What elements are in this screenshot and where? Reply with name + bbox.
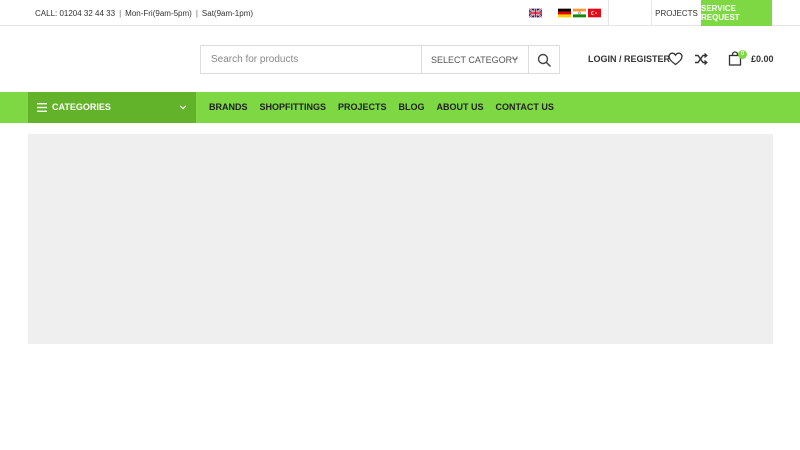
- heart-icon[interactable]: [668, 52, 683, 66]
- cart-total[interactable]: £0.00: [751, 52, 774, 66]
- nav-item-about-us[interactable]: ABOUT US: [437, 92, 484, 123]
- flag-uk-icon[interactable]: [529, 8, 542, 18]
- categories-button[interactable]: CATEGORIES: [28, 92, 196, 123]
- login-register-link[interactable]: LOGIN / REGISTER: [588, 52, 670, 66]
- contact-info: CALL: 01204 32 44 33 | Mon-Fri(9am-5pm) …: [35, 0, 253, 26]
- main-navbar: CATEGORIES BRANDS SHOPFITTINGS PROJECTS …: [0, 92, 800, 123]
- shuffle-icon[interactable]: [694, 52, 708, 66]
- chevron-down-icon: [512, 57, 518, 61]
- divider: [608, 0, 609, 26]
- cart-count-badge: 0: [738, 50, 747, 59]
- flag-india-icon[interactable]: [573, 8, 586, 18]
- search-form: SELECT CATEGORY: [200, 45, 560, 74]
- saturday-hours: Sat(9am-1pm): [201, 8, 254, 18]
- weekday-hours: Mon-Fri(9am-5pm): [125, 8, 192, 18]
- separator: |: [195, 8, 198, 18]
- nav-item-projects[interactable]: PROJECTS: [338, 92, 387, 123]
- topbar-projects-link[interactable]: PROJECTS: [652, 0, 701, 26]
- topbar: CALL: 01204 32 44 33 | Mon-Fri(9am-5pm) …: [0, 0, 800, 26]
- chevron-down-icon: [179, 105, 187, 110]
- flag-germany-icon[interactable]: [558, 8, 571, 18]
- hamburger-icon: [37, 103, 47, 112]
- flag-turkey-icon[interactable]: [588, 8, 601, 18]
- service-request-button[interactable]: SERVICE REQUEST: [701, 0, 772, 26]
- phone-text: CALL: 01204 32 44 33: [35, 8, 116, 18]
- category-select-label: SELECT CATEGORY: [431, 54, 519, 65]
- search-button[interactable]: [528, 46, 559, 73]
- search-input[interactable]: [201, 46, 421, 73]
- category-select[interactable]: SELECT CATEGORY: [421, 46, 528, 73]
- categories-label: CATEGORIES: [52, 102, 111, 112]
- hero-banner-placeholder: [28, 134, 773, 344]
- nav-menu: BRANDS SHOPFITTINGS PROJECTS BLOG ABOUT …: [209, 92, 566, 123]
- separator: |: [119, 8, 122, 18]
- search-icon: [537, 53, 551, 67]
- nav-item-contact-us[interactable]: CONTACT US: [496, 92, 554, 123]
- nav-item-shopfittings[interactable]: SHOPFITTINGS: [260, 92, 327, 123]
- nav-item-blog[interactable]: BLOG: [399, 92, 425, 123]
- nav-item-brands[interactable]: BRANDS: [209, 92, 248, 123]
